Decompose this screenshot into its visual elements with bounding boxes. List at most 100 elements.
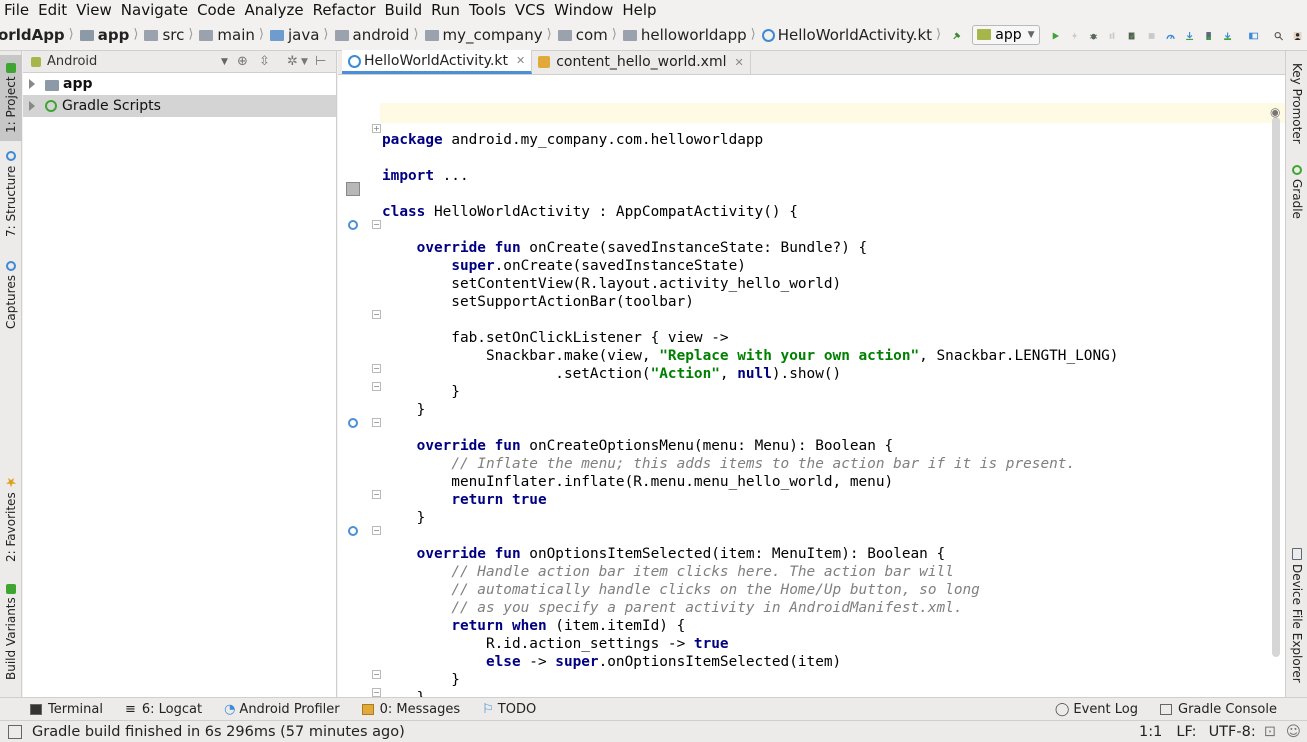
fold-toggle-icon[interactable]: − (372, 670, 381, 679)
layout-preview-icon[interactable] (346, 182, 360, 196)
hide-panel-icon[interactable]: ⊢ (315, 54, 326, 69)
lock-icon[interactable]: ⊡ (1264, 724, 1276, 740)
code-line[interactable]: R.id.action_settings -> true (382, 635, 729, 653)
tab-key-promoter[interactable]: Key Promoter (1286, 57, 1307, 149)
breadcrumb-my-company[interactable]: my_company ⟩ (424, 26, 552, 44)
profiler-icon[interactable] (1166, 28, 1175, 44)
fold-toggle-icon[interactable]: − (372, 310, 381, 319)
code-line[interactable]: // automatically handle clicks on the Ho… (382, 581, 980, 599)
line-separator[interactable]: LF: (1176, 724, 1196, 740)
fold-toggle-icon[interactable]: − (372, 688, 381, 697)
fold-toggle-icon[interactable]: + (372, 124, 381, 133)
fold-toggle-icon[interactable]: − (372, 364, 381, 373)
close-icon[interactable]: ✕ (734, 56, 743, 69)
sync-gradle-icon[interactable] (1185, 28, 1194, 44)
sdk-manager-icon[interactable] (1223, 28, 1232, 44)
tab-helloworldactivity-kt[interactable]: HelloWorldActivity.kt ✕ (342, 50, 533, 74)
avd-manager-icon[interactable] (1204, 28, 1213, 44)
breadcrumb-com[interactable]: com ⟩ (557, 26, 617, 44)
gear-icon[interactable]: ✲ (287, 54, 298, 69)
tool-event-log[interactable]: ◯ Event Log (1055, 702, 1138, 717)
chevron-down-icon[interactable]: ▼ (301, 57, 308, 67)
code-line[interactable]: else -> super.onOptionsItemSelected(item… (382, 653, 841, 671)
menu-build[interactable]: Build (385, 1, 423, 19)
breadcrumb-android[interactable]: android ⟩ (334, 26, 419, 44)
tree-item-gradle-scripts[interactable]: Gradle Scripts (23, 95, 336, 117)
override-marker-icon[interactable] (348, 220, 358, 230)
inspection-icon[interactable]: ☺ (1286, 724, 1301, 740)
file-encoding[interactable]: UTF-8: (1209, 724, 1256, 740)
menu-tools[interactable]: Tools (469, 1, 506, 19)
code-line[interactable]: setContentView(R.layout.activity_hello_w… (382, 275, 841, 293)
code-line[interactable]: override fun onCreateOptionsMenu(menu: M… (382, 437, 894, 455)
menu-code[interactable]: Code (197, 1, 235, 19)
fold-toggle-icon[interactable]: − (372, 418, 381, 427)
tree-item-app[interactable]: app (23, 73, 336, 95)
menu-edit[interactable]: Edit (38, 1, 67, 19)
avatar[interactable] (1293, 28, 1302, 44)
caret-position[interactable]: 1:1 (1139, 724, 1162, 740)
code-line[interactable]: } (382, 509, 426, 527)
vertical-scrollbar[interactable] (1272, 117, 1280, 657)
menu-navigate[interactable]: Navigate (121, 1, 188, 19)
code-line[interactable]: menuInflater.inflate(R.menu.menu_hello_w… (382, 473, 893, 491)
code-line[interactable]: // Handle action bar item clicks here. T… (382, 563, 954, 581)
menu-view[interactable]: View (76, 1, 112, 19)
tool-todo[interactable]: ⚐ TODO (482, 702, 536, 717)
code-line[interactable]: } (382, 401, 426, 419)
code-line[interactable]: } (382, 383, 460, 401)
expand-arrow-icon[interactable] (29, 101, 35, 111)
code-line[interactable]: } (382, 689, 426, 697)
tool-android-profiler[interactable]: ◔ Android Profiler (224, 702, 340, 717)
chevron-down-icon[interactable]: ▼ (221, 57, 228, 67)
tab-gradle[interactable]: Gradle (1286, 161, 1307, 223)
project-structure-icon[interactable] (1249, 28, 1259, 44)
menu-analyze[interactable]: Analyze (244, 1, 303, 19)
code-line[interactable]: super.onCreate(savedInstanceState) (382, 257, 746, 275)
run-configuration-select[interactable]: app ▼ (972, 24, 1040, 45)
attach-debugger-icon[interactable] (1108, 28, 1117, 44)
fold-toggle-icon[interactable]: − (372, 526, 381, 535)
breadcrumb-project[interactable]: orldApp ⟩ (0, 26, 74, 44)
menu-refactor[interactable]: Refactor (313, 1, 376, 19)
collapse-all-icon[interactable]: ⇳ (259, 54, 270, 69)
coverage-icon[interactable] (1127, 28, 1136, 44)
breadcrumb-main[interactable]: main ⟩ (199, 26, 264, 44)
make-project-icon[interactable] (952, 28, 961, 44)
code-line[interactable]: return when (item.itemId) { (382, 617, 685, 635)
tab-device-file-explorer[interactable]: Device File Explorer (1286, 545, 1307, 685)
breadcrumb-java[interactable]: java ⟩ (269, 26, 329, 44)
apply-changes-icon[interactable] (1070, 28, 1079, 44)
menu-vcs[interactable]: VCS (515, 1, 545, 19)
code-line[interactable]: fab.setOnClickListener { view -> (382, 329, 728, 347)
breadcrumb-src[interactable]: src ⟩ (144, 26, 193, 44)
stop-icon[interactable] (1147, 28, 1156, 44)
code-line[interactable]: } (382, 671, 460, 689)
code-line[interactable]: package android.my_company.com.helloworl… (382, 131, 763, 149)
code-line[interactable]: return true (382, 491, 546, 509)
tab-content-hello-world-xml[interactable]: content_hello_world.xml ✕ (532, 50, 751, 74)
override-marker-icon[interactable] (348, 418, 358, 428)
code-line[interactable]: // Inflate the menu; this adds items to … (382, 455, 1075, 473)
code-line[interactable]: import ... (382, 167, 469, 185)
tool-terminal[interactable]: Terminal (30, 702, 103, 717)
menu-file[interactable]: File (4, 1, 29, 19)
fold-toggle-icon[interactable]: − (372, 490, 381, 499)
breadcrumb-file[interactable]: HelloWorldActivity.kt ⟩ (761, 26, 941, 44)
search-icon[interactable] (1274, 28, 1283, 44)
code-line[interactable]: Snackbar.make(view, "Replace with your o… (382, 347, 1119, 365)
fold-toggle-icon[interactable]: − (372, 220, 381, 229)
breadcrumb-app[interactable]: app ⟩ (79, 26, 138, 44)
expand-arrow-icon[interactable] (29, 79, 35, 89)
menu-help[interactable]: Help (622, 1, 656, 19)
code-line[interactable]: class HelloWorldActivity : AppCompatActi… (382, 203, 798, 221)
tab-project[interactable]: 1: Project (0, 55, 22, 141)
menu-window[interactable]: Window (554, 1, 613, 19)
code-line[interactable]: setSupportActionBar(toolbar) (382, 293, 694, 311)
status-message[interactable]: Gradle build finished in 6s 296ms (57 mi… (32, 724, 405, 740)
tool-gradle-console[interactable]: Gradle Console (1160, 702, 1277, 717)
view-mode-select[interactable]: Android (47, 54, 97, 69)
tab-captures[interactable]: Captures (0, 255, 22, 335)
run-icon[interactable] (1051, 28, 1060, 44)
menu-run[interactable]: Run (431, 1, 460, 19)
